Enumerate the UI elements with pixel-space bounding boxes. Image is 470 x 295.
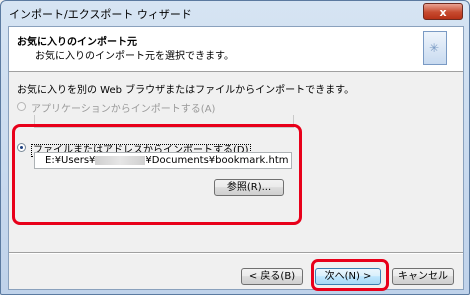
title-bar: インポート/エクスポート ウィザード x — [1, 1, 469, 25]
footer-separator — [9, 252, 463, 254]
description-text: お気に入りを別の Web ブラウザまたはファイルからインポートできます。 — [17, 85, 355, 96]
wizard-header: お気に入りのインポート元 お気に入りのインポート元を選択できます。 — [9, 27, 463, 72]
back-button[interactable]: < 戻る(B) — [241, 268, 303, 285]
wizard-window: インポート/エクスポート ウィザード x お気に入りのインポート元 お気に入りの… — [0, 0, 470, 295]
cancel-button[interactable]: キャンセル — [392, 268, 454, 285]
header-title: お気に入りのインポート元 — [17, 37, 137, 48]
header-subtitle: お気に入りのインポート元を選択できます。 — [35, 51, 234, 62]
import-from-app-label: アプリケーションからインポートする(A) — [31, 104, 216, 115]
import-from-app-radio[interactable] — [17, 102, 26, 111]
close-button[interactable]: x — [423, 3, 463, 20]
wizard-client-area: お気に入りのインポート元 お気に入りのインポート元を選択できます。 お気に入りを… — [8, 26, 464, 291]
window-title: インポート/エクスポート ウィザード — [9, 8, 192, 21]
highlight-box-file-option — [12, 124, 302, 225]
wizard-star-icon — [423, 31, 447, 65]
highlight-box-next — [311, 259, 389, 291]
